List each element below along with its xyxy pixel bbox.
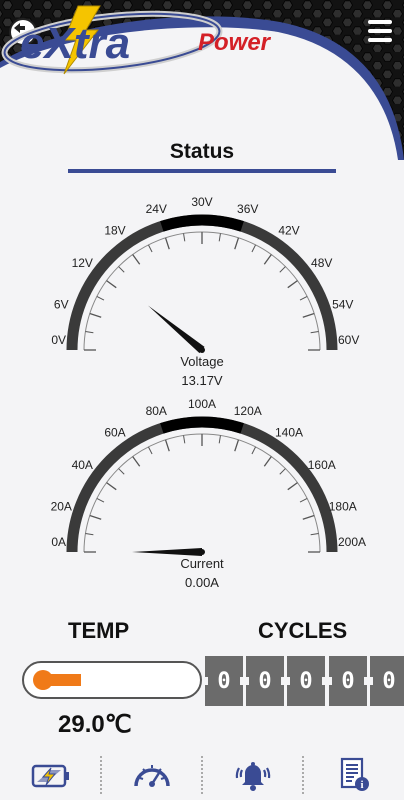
- status-underline: [68, 169, 336, 173]
- current-gauge-tick: [299, 497, 308, 503]
- voltage-gauge-tick-label: 42V: [278, 223, 299, 237]
- voltage-label: Voltage: [180, 354, 224, 369]
- logo-main-text: eXtra: [20, 19, 130, 68]
- current-gauge-tick: [132, 456, 141, 467]
- current-gauge-tick-label: 140A: [275, 425, 303, 439]
- current-gauge-tick: [106, 482, 117, 491]
- current-gauge-tick-label: 160A: [308, 458, 336, 472]
- hamburger-line: [368, 29, 392, 33]
- voltage-gauge-tick: [89, 312, 102, 318]
- cycles-digit: 0: [326, 656, 370, 706]
- voltage-gauge: 0V 6V 12V 18V 24V 30V 36V 42V 48V 54V 60V Voltage …: [0, 190, 404, 388]
- app-header: eXtra Power: [0, 0, 404, 160]
- nav-info[interactable]: i: [303, 750, 404, 800]
- voltage-gauge-tick: [106, 280, 117, 289]
- voltage-gauge-needle: [147, 305, 205, 354]
- status-title: Status: [169, 140, 235, 163]
- voltage-gauge-tick: [132, 254, 141, 265]
- voltage-gauge-tick-label: 0V: [51, 333, 66, 347]
- extra-power-logo: eXtra Power: [1, 5, 272, 75]
- voltage-value: 13.17V: [181, 373, 223, 388]
- temperature-bar: [22, 661, 202, 699]
- menu-button[interactable]: [368, 20, 392, 42]
- hamburger-menu-icon: [368, 20, 392, 24]
- temp-label: TEMP: [68, 618, 130, 643]
- current-gauge-tick-label: 200A: [338, 535, 366, 549]
- nav-battery[interactable]: [0, 750, 101, 800]
- current-gauge-tick: [302, 514, 315, 520]
- nav-alarm[interactable]: [202, 750, 303, 800]
- temperature-fill: [44, 674, 81, 686]
- current-gauge-tick: [118, 468, 125, 475]
- voltage-gauge-tick: [234, 237, 240, 250]
- voltage-gauge-tick: [85, 331, 94, 334]
- cycles-digit: 0: [243, 656, 287, 706]
- svg-text:i: i: [360, 779, 363, 791]
- current-gauge-tick: [287, 482, 298, 491]
- alarm-bell-icon: [235, 762, 270, 791]
- voltage-gauge-tick-label: 24V: [146, 202, 167, 216]
- cycles-counter: 0 0 0 0 0: [205, 656, 404, 706]
- voltage-gauge-tick: [251, 244, 257, 253]
- voltage-gauge-tick: [183, 233, 186, 242]
- current-gauge-tick: [218, 435, 221, 444]
- current-gauge-tick: [89, 514, 102, 520]
- voltage-gauge-tick: [302, 312, 315, 318]
- current-gauge-tick-label: 0A: [51, 535, 66, 549]
- bottom-navigation: i: [0, 750, 404, 800]
- current-gauge-tick-label: 80A: [146, 404, 167, 418]
- current-gauge-tick: [263, 456, 272, 467]
- current-gauge-needle: [132, 548, 202, 556]
- current-gauge-tick-label: 40A: [72, 458, 93, 472]
- info-document-icon: i: [340, 757, 369, 791]
- voltage-gauge-tick: [310, 331, 319, 334]
- current-gauge-tick: [96, 497, 105, 503]
- current-gauge-tick-label: 180A: [329, 499, 357, 513]
- current-gauge-tick: [234, 439, 240, 452]
- voltage-gauge-tick: [164, 237, 170, 250]
- voltage-gauge-tick: [218, 233, 221, 242]
- voltage-gauge-tick-label: 36V: [237, 202, 258, 216]
- voltage-gauge-tick: [287, 280, 298, 289]
- hamburger-line: [368, 38, 392, 42]
- voltage-gauge-tick-label: 12V: [72, 256, 93, 270]
- current-value: 0.00A: [185, 575, 219, 590]
- current-gauge-tick-label: 20A: [51, 499, 72, 513]
- voltage-gauge-tick: [299, 295, 308, 301]
- current-gauge-tick: [183, 435, 186, 444]
- current-gauge-tick: [251, 446, 257, 455]
- current-gauge: 0A 20A 40A 60A 80A 100A 120A 140A 160A 180A 200A C…: [0, 392, 404, 590]
- voltage-gauge-tick-label: 48V: [311, 256, 332, 270]
- current-gauge-hub: [199, 549, 205, 555]
- voltage-gauge-tick-label: 6V: [54, 297, 69, 311]
- voltage-gauge-tick: [263, 254, 272, 265]
- current-gauge-tick: [164, 439, 170, 452]
- current-gauge-tick: [85, 533, 94, 536]
- current-gauge-tick: [310, 533, 319, 536]
- voltage-gauge-tick-label: 60V: [338, 333, 359, 347]
- current-gauge-tick-label: 60A: [104, 425, 125, 439]
- voltage-gauge-hub: [199, 347, 205, 353]
- voltage-gauge-tick: [147, 244, 153, 253]
- voltage-gauge-tick-label: 54V: [332, 297, 353, 311]
- nav-gauge[interactable]: [101, 750, 202, 800]
- temperature-value: 29.0℃: [58, 711, 132, 738]
- voltage-gauge-tick-label: 18V: [104, 223, 125, 237]
- logo-accent-text: Power: [198, 29, 272, 56]
- voltage-gauge-tick-label: 30V: [191, 195, 212, 209]
- cycles-digit: 0: [205, 656, 246, 706]
- current-gauge-tick-label: 120A: [234, 404, 262, 418]
- cycles-digit: 0: [367, 656, 404, 706]
- current-gauge-tick-label: 100A: [188, 397, 216, 411]
- current-gauge-tick: [147, 446, 153, 455]
- current-label: Current: [180, 556, 224, 571]
- current-gauge-tick: [279, 468, 286, 475]
- voltage-gauge-tick: [96, 295, 105, 301]
- voltage-gauge-tick: [118, 266, 125, 273]
- cycles-label: CYCLES: [258, 618, 348, 643]
- speedometer-icon: [133, 765, 170, 787]
- cycles-digit: 0: [284, 656, 328, 706]
- battery-icon: [31, 764, 69, 788]
- voltage-gauge-tick: [279, 266, 286, 273]
